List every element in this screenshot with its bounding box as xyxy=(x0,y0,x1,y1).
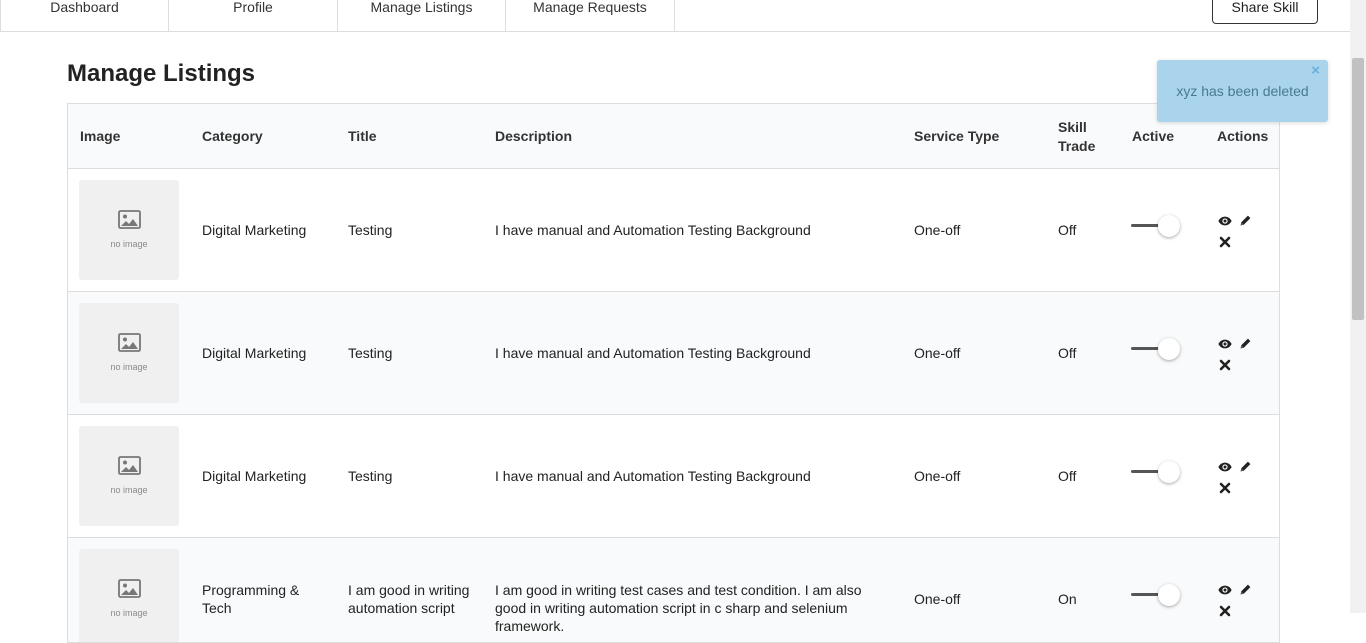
cell-title: I am good in writing automation script xyxy=(348,582,470,616)
pencil-icon[interactable] xyxy=(1239,460,1253,474)
close-icon[interactable] xyxy=(1219,604,1233,618)
share-skill-button[interactable]: Share Skill xyxy=(1212,0,1318,24)
cell-title: Testing xyxy=(348,468,393,484)
cell-description: I have manual and Automation Testing Bac… xyxy=(495,345,811,361)
no-image-caption: no image xyxy=(110,608,148,618)
table-row: no image Digital Marketing Testing I hav… xyxy=(68,415,1279,538)
header-skill-trade: Skill Trade xyxy=(1058,119,1096,154)
cell-service-type: One-off xyxy=(914,591,961,607)
listings-table: Image Category Title Description Service… xyxy=(67,103,1280,643)
toast-close-button[interactable]: × xyxy=(1311,63,1320,78)
cell-category: Digital Marketing xyxy=(202,222,307,238)
no-image-caption: no image xyxy=(110,239,148,249)
scrollbar-thumb[interactable] xyxy=(1352,58,1364,320)
tab-manage-listings[interactable]: Manage Listings xyxy=(338,0,506,31)
eye-icon[interactable] xyxy=(1218,214,1232,228)
page-scrollbar[interactable] xyxy=(1350,0,1366,613)
cell-description: I am good in writing test cases and test… xyxy=(495,582,862,634)
cell-category: Digital Marketing xyxy=(202,345,307,361)
listing-image: no image xyxy=(79,549,179,642)
no-image-caption: no image xyxy=(110,485,148,495)
close-icon[interactable] xyxy=(1219,481,1233,495)
tab-label: Profile xyxy=(233,0,273,15)
header-category: Category xyxy=(202,128,263,144)
table-row: no image Digital Marketing Testing I hav… xyxy=(68,292,1279,415)
toggle-knob[interactable] xyxy=(1158,584,1180,606)
header-active: Active xyxy=(1132,128,1175,144)
table-row: no image Digital Marketing Testing I hav… xyxy=(68,169,1279,292)
eye-icon[interactable] xyxy=(1218,460,1232,474)
header-service-type: Service Type xyxy=(914,128,1000,144)
header-image: Image xyxy=(80,128,121,144)
table-header: Image Category Title Description Service… xyxy=(68,104,1279,169)
listing-image: no image xyxy=(79,180,179,280)
cell-skill-trade: On xyxy=(1058,591,1077,607)
cell-skill-trade: Off xyxy=(1058,345,1077,361)
pencil-icon[interactable] xyxy=(1239,583,1253,597)
listing-image: no image xyxy=(79,426,179,526)
toggle-knob[interactable] xyxy=(1158,338,1180,360)
tab-label: Manage Listings xyxy=(370,0,473,15)
tab-label: Manage Requests xyxy=(533,0,647,15)
active-toggle[interactable] xyxy=(1131,338,1181,360)
pencil-icon[interactable] xyxy=(1239,337,1253,351)
toggle-knob[interactable] xyxy=(1158,461,1180,483)
header-description: Description xyxy=(495,128,573,144)
eye-icon[interactable] xyxy=(1218,583,1232,597)
header-title: Title xyxy=(348,128,377,144)
tab-profile[interactable]: Profile xyxy=(169,0,338,31)
toggle-knob[interactable] xyxy=(1158,215,1180,237)
cell-category: Digital Marketing xyxy=(202,468,307,484)
notification-toast: × xyz has been deleted xyxy=(1157,60,1328,122)
active-toggle[interactable] xyxy=(1131,584,1181,606)
pencil-icon[interactable] xyxy=(1239,214,1253,228)
cell-service-type: One-off xyxy=(914,345,961,361)
cell-category: Programming & Tech xyxy=(202,582,300,616)
cell-title: Testing xyxy=(348,222,393,238)
table-row: no image Programming & Tech I am good in… xyxy=(68,538,1279,642)
listing-image: no image xyxy=(79,303,179,403)
cell-description: I have manual and Automation Testing Bac… xyxy=(495,468,811,484)
tab-dashboard[interactable]: Dashboard xyxy=(1,0,169,31)
close-icon[interactable] xyxy=(1219,235,1233,249)
cell-title: Testing xyxy=(348,345,393,361)
toast-message: xyz has been deleted xyxy=(1176,83,1309,99)
top-nav: Dashboard Profile Manage Listings Manage… xyxy=(0,0,1350,32)
close-icon[interactable] xyxy=(1219,358,1233,372)
cell-service-type: One-off xyxy=(914,222,961,238)
eye-icon[interactable] xyxy=(1218,337,1232,351)
cell-skill-trade: Off xyxy=(1058,222,1077,238)
header-actions: Actions xyxy=(1217,128,1269,144)
tab-label: Dashboard xyxy=(50,0,119,15)
tab-manage-requests[interactable]: Manage Requests xyxy=(506,0,675,31)
cell-description: I have manual and Automation Testing Bac… xyxy=(495,222,811,238)
cell-skill-trade: Off xyxy=(1058,468,1077,484)
no-image-caption: no image xyxy=(110,362,148,372)
active-toggle[interactable] xyxy=(1131,215,1181,237)
active-toggle[interactable] xyxy=(1131,461,1181,483)
cell-service-type: One-off xyxy=(914,468,961,484)
page-title: Manage Listings xyxy=(67,60,256,87)
